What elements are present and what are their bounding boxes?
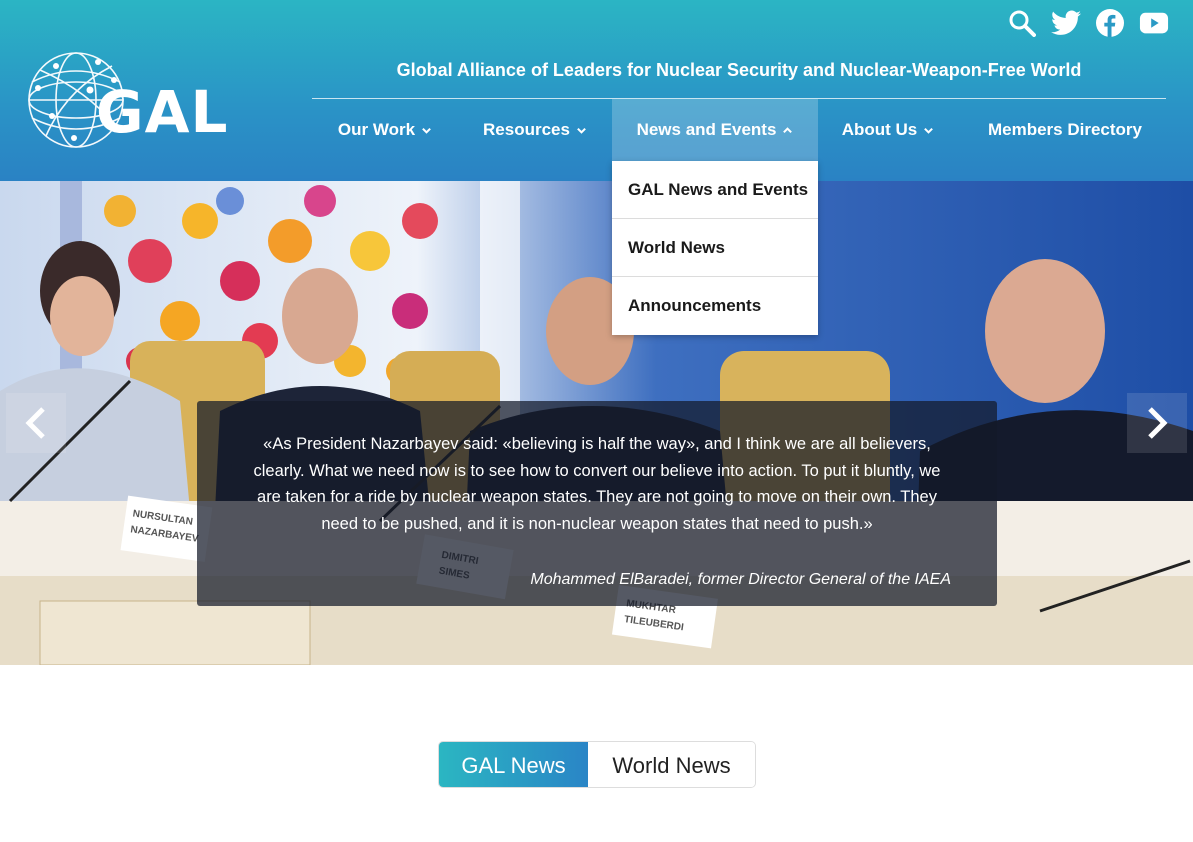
nav-about-us[interactable]: About Us (818, 99, 958, 161)
hero-slider: NURSULTAN NAZARBAYEV DIMITRI SIMES MUKHT… (0, 181, 1193, 665)
logo-text: GAL (96, 78, 229, 146)
nav-label: Resources (483, 120, 570, 139)
chevron-right-icon (1148, 407, 1168, 439)
site-header: GAL Global Alliance of Leaders for Nucle… (0, 0, 1193, 181)
quote-author: Mohammed ElBaradei, former Director Gene… (530, 571, 951, 588)
nav-resources[interactable]: Resources (458, 99, 612, 161)
dropdown-world-news[interactable]: World News (612, 219, 818, 277)
chevron-left-icon (25, 407, 45, 439)
chevron-down-icon (422, 127, 431, 134)
slider-next-button[interactable] (1127, 393, 1187, 453)
site-tagline: Global Alliance of Leaders for Nuclear S… (396, 60, 1082, 80)
nav-label: Our Work (337, 120, 416, 139)
news-tabs: GAL News World News (438, 741, 756, 788)
nav-label: About Us (841, 120, 918, 139)
search-icon[interactable] (1007, 8, 1037, 38)
youtube-icon[interactable] (1139, 8, 1169, 38)
slider-prev-button[interactable] (6, 393, 66, 453)
chevron-down-icon (924, 127, 934, 134)
chevron-down-icon (577, 127, 586, 134)
main-nav: Our Work Resources News and Events About… (312, 99, 1172, 161)
gal-logo[interactable]: GAL (26, 50, 246, 152)
social-links (1007, 8, 1169, 38)
quote-text: «As President Nazarbayev said: «believin… (253, 435, 941, 533)
quote-caption: «As President Nazarbayev said: «believin… (197, 401, 997, 606)
nav-news-and-events[interactable]: News and Events (612, 99, 818, 161)
nav-label: Members Directory (987, 120, 1142, 139)
chevron-up-icon (783, 126, 793, 133)
facebook-icon[interactable] (1095, 8, 1125, 38)
nav-our-work[interactable]: Our Work (312, 99, 458, 161)
tab-world-news[interactable]: World News (588, 742, 755, 787)
twitter-icon[interactable] (1051, 8, 1081, 38)
dropdown-gal-news-and-events[interactable]: GAL News and Events (612, 161, 818, 219)
dropdown-announcements[interactable]: Announcements (612, 277, 818, 335)
tab-gal-news[interactable]: GAL News (439, 742, 588, 787)
nav-members-directory[interactable]: Members Directory (958, 99, 1172, 161)
news-events-dropdown: GAL News and Events World News Announcem… (612, 161, 818, 335)
nav-label: News and Events (636, 120, 777, 139)
